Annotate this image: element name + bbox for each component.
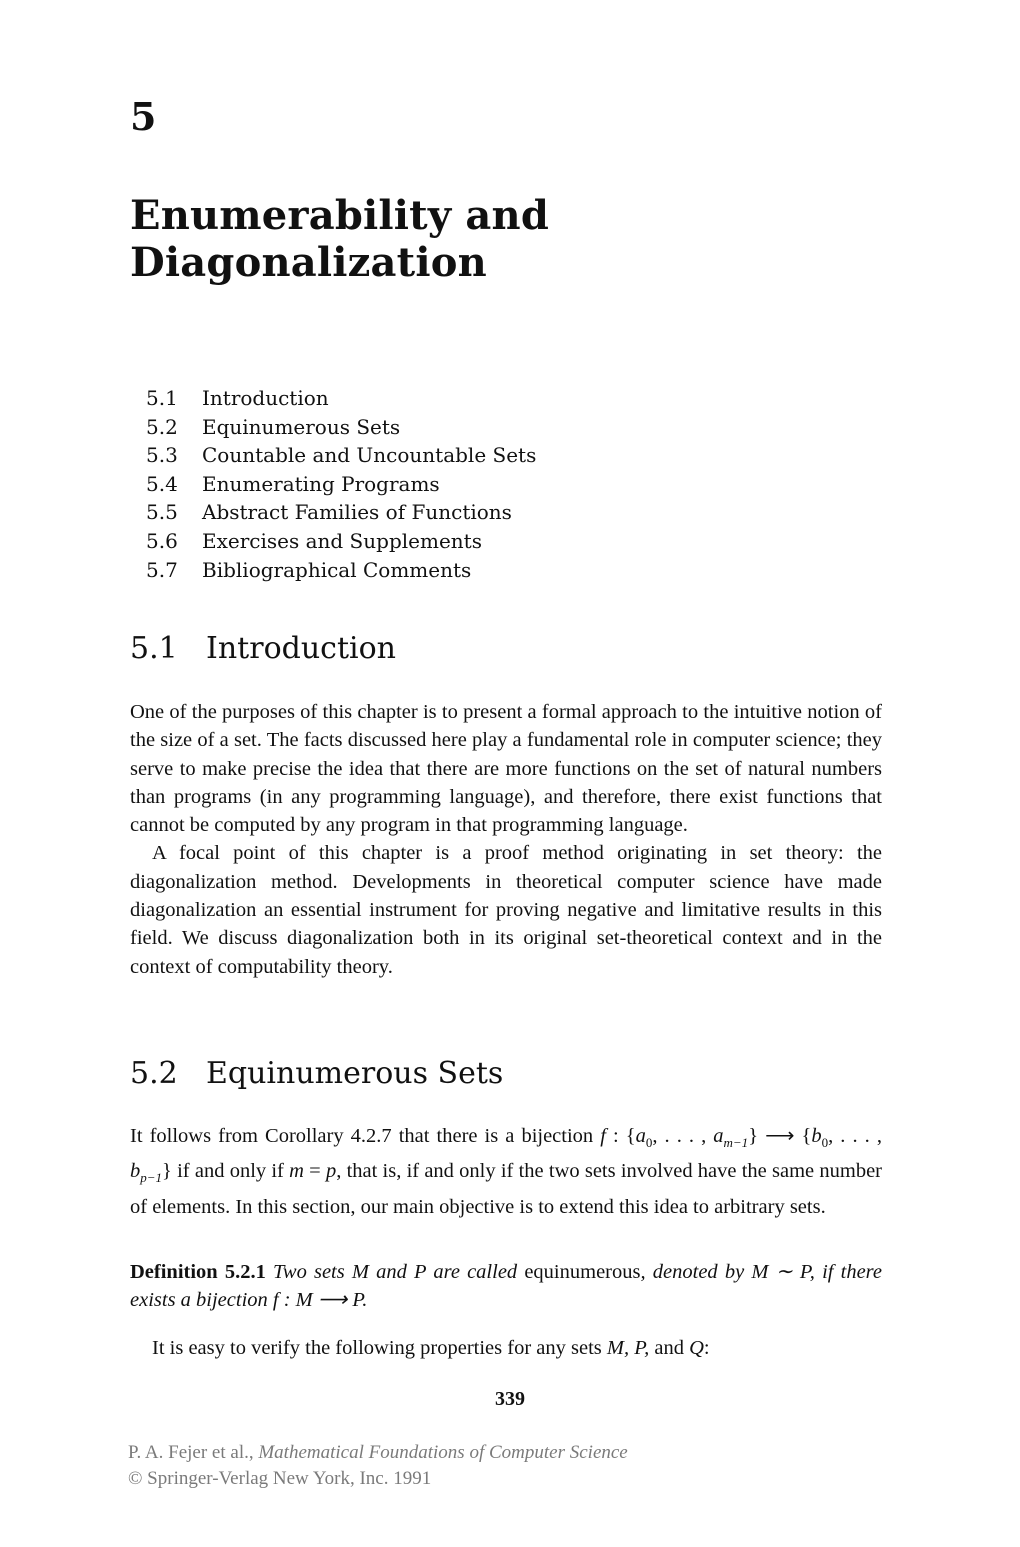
copyright-line: © Springer-Verlag New York, Inc. 1991	[128, 1468, 432, 1489]
text: } ⟶ {	[748, 1125, 812, 1147]
section-heading-equinumerous-sets: 5.2 Equinumerous Sets	[130, 1059, 503, 1089]
toc-entry[interactable]: 5.1 Introduction	[146, 384, 536, 413]
page-number: 339	[495, 1388, 525, 1410]
section-title: Equinumerous Sets	[206, 1056, 504, 1091]
citation-line: P. A. Fejer et al., Mathematical Foundat…	[128, 1440, 628, 1466]
table-of-contents: 5.1 Introduction 5.2 Equinumerous Sets 5.3…	[146, 384, 536, 584]
toc-entry[interactable]: 5.2 Equinumerous Sets	[146, 413, 536, 442]
toc-entry-title: Countable and Uncountable Sets	[202, 443, 537, 468]
toc-entry-number: 5.5	[146, 500, 178, 525]
toc-entry[interactable]: 5.7 Bibliographical Comments	[146, 556, 536, 585]
toc-entry-number: 5.2	[146, 414, 178, 439]
text: } if and only if	[162, 1160, 290, 1183]
definition-text: Two sets M and P are called	[265, 1261, 525, 1283]
text: :	[703, 1337, 710, 1359]
toc-entry-title: Bibliographical Comments	[202, 557, 472, 582]
citation-authors: P. A. Fejer et al.,	[128, 1442, 259, 1463]
chapter-title-line-2: Diagonalization	[130, 239, 487, 286]
properties-intro-line: It is easy to verify the following prope…	[152, 1334, 882, 1362]
toc-entry-title: Enumerating Programs	[202, 471, 440, 496]
copyright-footer: P. A. Fejer et al., Mathematical Foundat…	[128, 1440, 628, 1492]
chapter-title: Enumerability and Diagonalization	[130, 192, 549, 286]
section-title: Introduction	[206, 631, 396, 666]
math-var: Q	[689, 1337, 704, 1359]
toc-entry[interactable]: 5.4 Enumerating Programs	[146, 470, 536, 499]
math-var: a	[713, 1125, 724, 1147]
toc-entry-title: Introduction	[202, 386, 329, 410]
definition-5-2-1: Definition 5.2.1 Two sets M and P are ca…	[130, 1258, 882, 1315]
toc-entry[interactable]: 5.6 Exercises and Supplements	[146, 527, 536, 556]
introduction-body: One of the purposes of this chapter is t…	[130, 698, 882, 981]
text: , . . . ,	[828, 1125, 882, 1147]
text: : {	[605, 1125, 636, 1147]
math-var: b	[811, 1125, 822, 1147]
toc-entry[interactable]: 5.5 Abstract Families of Functions	[146, 498, 536, 527]
toc-entry[interactable]: 5.3 Countable and Uncountable Sets	[146, 441, 536, 470]
toc-entry-number: 5.1	[146, 386, 178, 410]
section-number: 5.2	[130, 1056, 178, 1091]
toc-entry-number: 5.3	[146, 443, 178, 468]
math-var: M, P,	[606, 1337, 650, 1359]
toc-entry-number: 5.6	[146, 528, 178, 553]
chapter-number: 5	[130, 94, 157, 139]
defined-term: equinumerous	[524, 1261, 641, 1283]
math-var: a	[635, 1125, 646, 1147]
toc-entry-number: 5.7	[146, 557, 178, 582]
text: =	[303, 1160, 326, 1183]
math-var: m	[289, 1160, 304, 1183]
text: , . . . ,	[652, 1125, 714, 1147]
text: It is easy to verify the following prope…	[152, 1337, 607, 1359]
toc-entry-number: 5.4	[146, 471, 178, 496]
toc-entry-title: Exercises and Supplements	[202, 528, 482, 553]
math-var: p	[325, 1160, 337, 1183]
toc-entry-title: Abstract Families of Functions	[202, 500, 512, 525]
paragraph: One of the purposes of this chapter is t…	[130, 701, 882, 837]
citation-book-title: Mathematical Foundations of Computer Sci…	[258, 1442, 628, 1463]
section-heading-introduction: 5.1 Introduction	[130, 634, 396, 664]
definition-label: Definition 5.2.1	[130, 1261, 266, 1283]
subscript: p−1	[140, 1170, 163, 1186]
subscript: m−1	[723, 1135, 749, 1151]
math-var: b	[130, 1160, 141, 1183]
section-number: 5.1	[130, 631, 178, 666]
equinumerous-intro-paragraph: It follows from Corollary 4.2.7 that the…	[130, 1122, 882, 1221]
text: and	[649, 1337, 690, 1359]
text: It follows from Corollary 4.2.7 that the…	[130, 1125, 601, 1147]
chapter-title-line-1: Enumerability and	[130, 192, 549, 239]
paragraph: A focal point of this chapter is a proof…	[130, 842, 882, 978]
toc-entry-title: Equinumerous Sets	[202, 414, 401, 439]
